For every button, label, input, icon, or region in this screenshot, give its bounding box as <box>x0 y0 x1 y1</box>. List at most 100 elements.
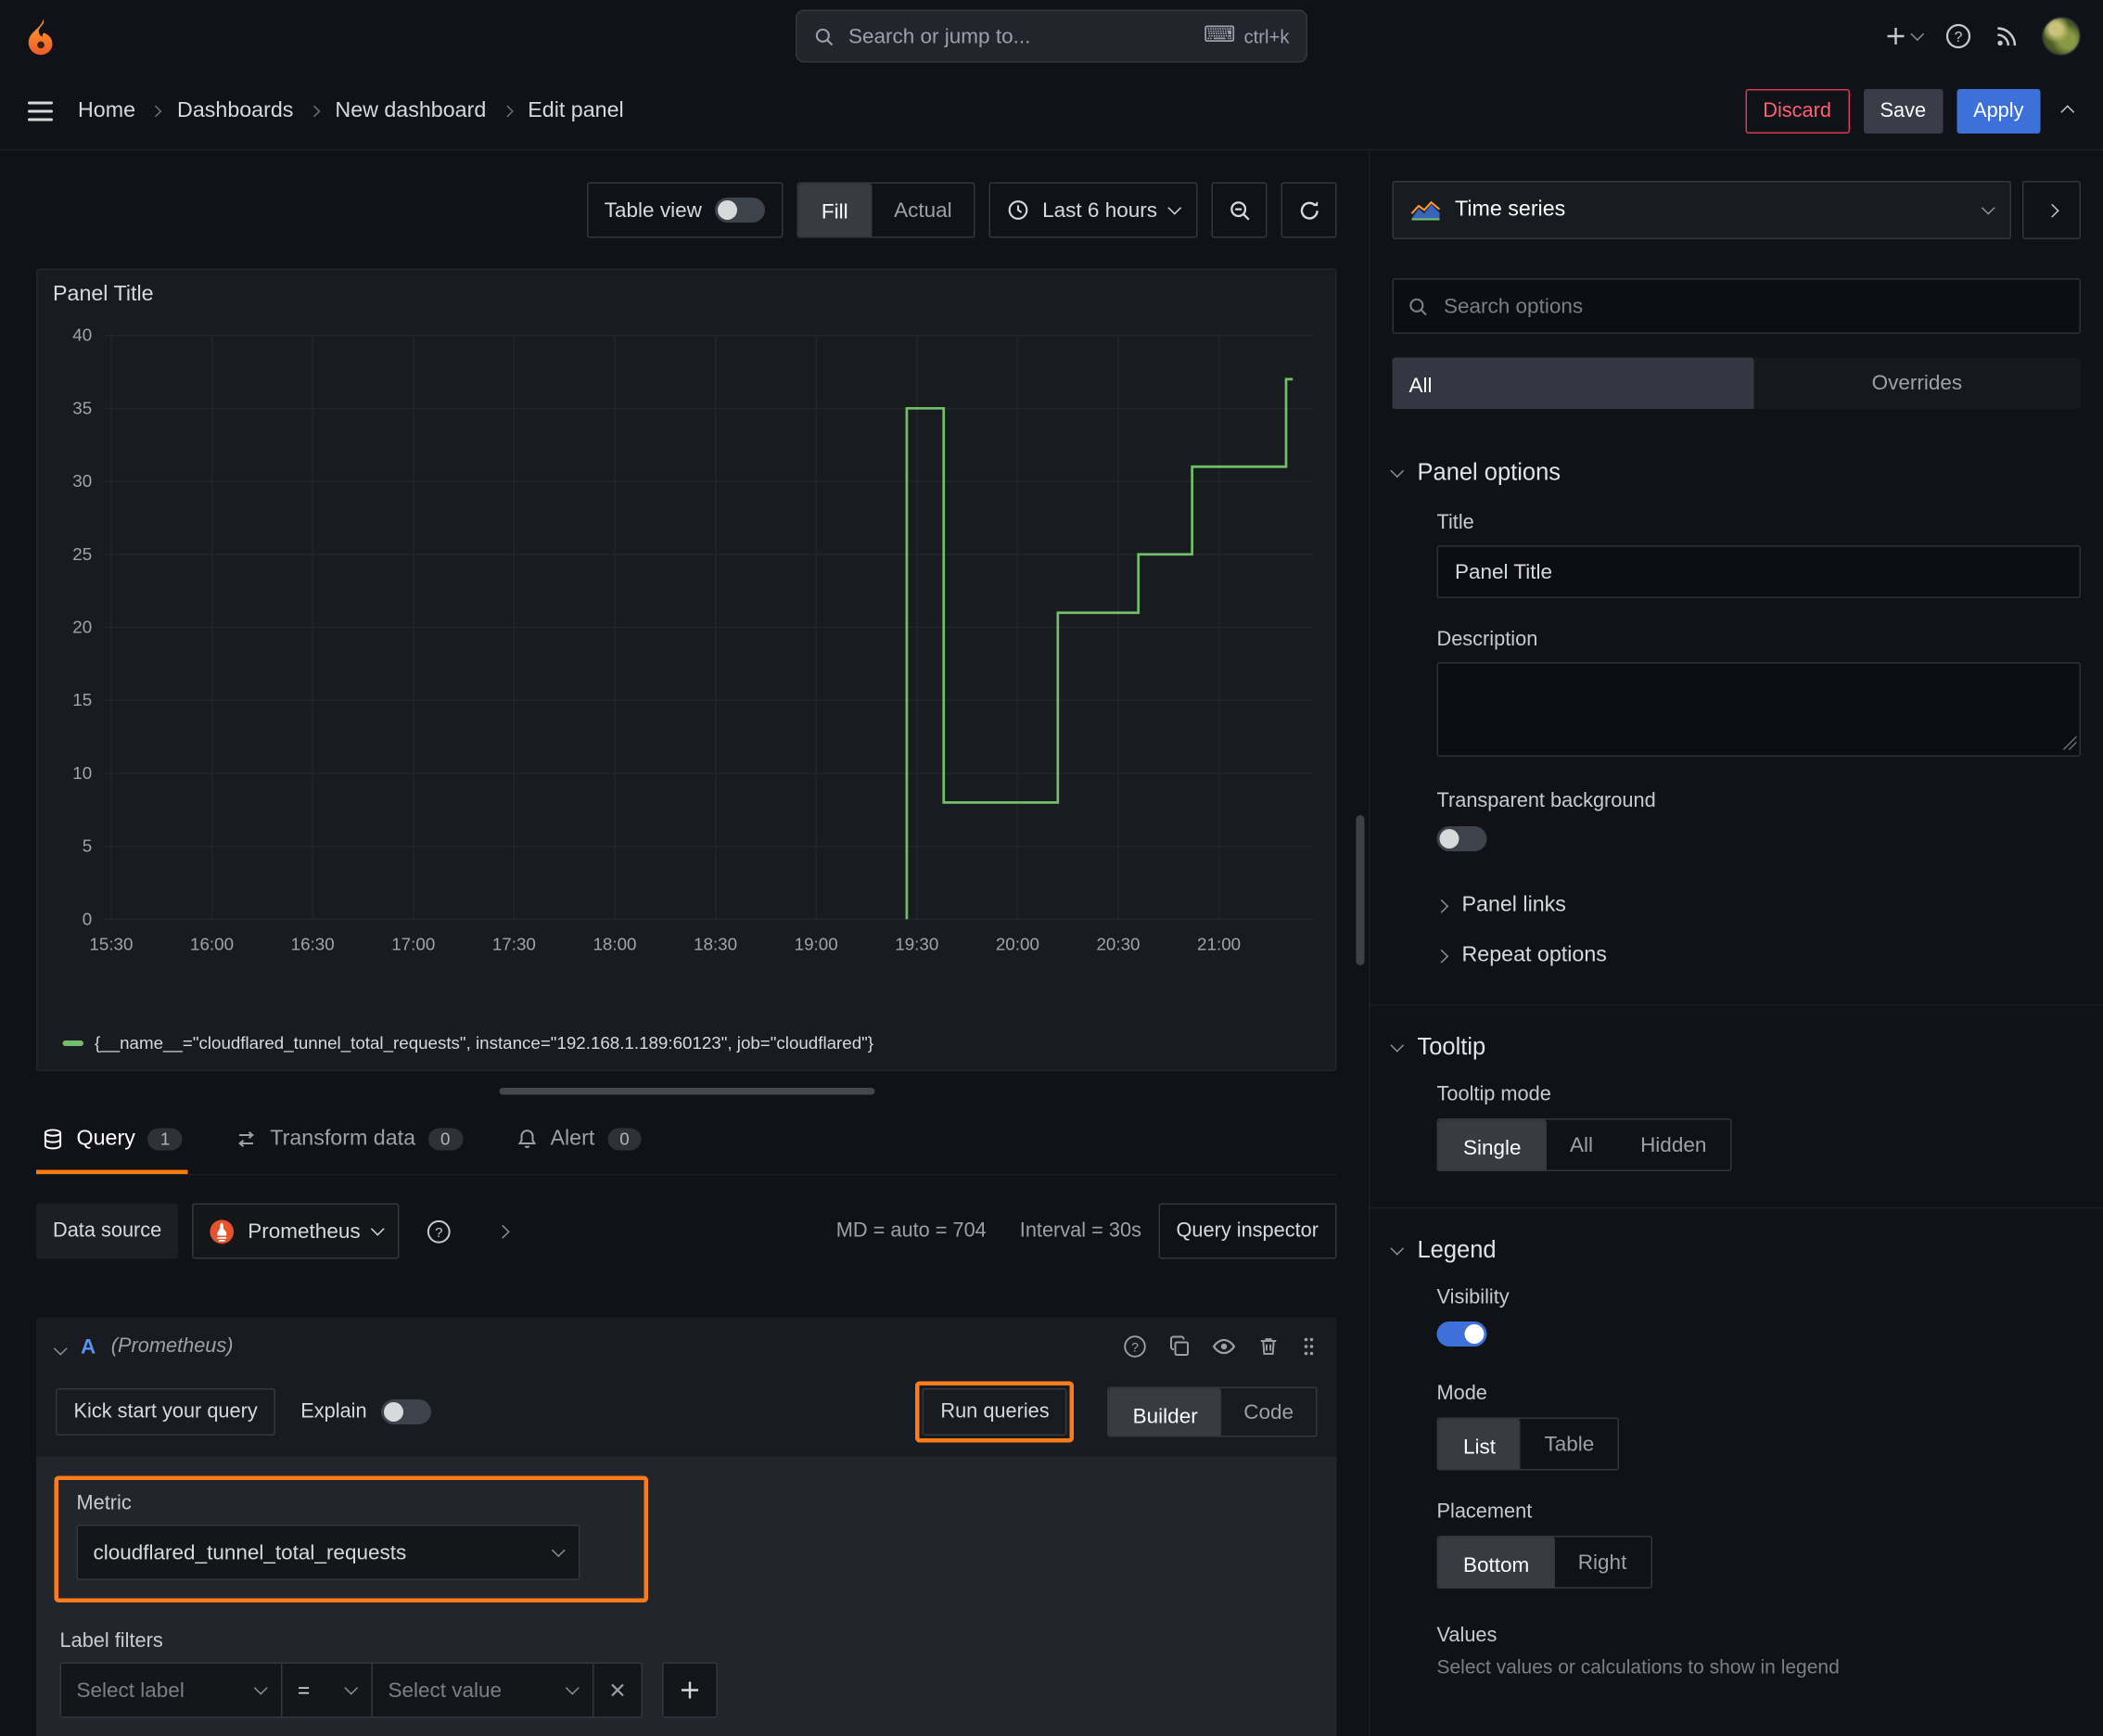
transparent-background-label: Transparent background <box>1436 790 1656 812</box>
options-tabs: All Overrides <box>1392 357 2081 410</box>
refresh-button[interactable] <box>1281 182 1337 238</box>
breadcrumb-new-dashboard[interactable]: New dashboard <box>335 98 486 123</box>
operator-value: = <box>298 1678 311 1703</box>
news-button[interactable] <box>1995 24 2020 49</box>
datasource-row: Data source Prometheus ? MD = auto = 704… <box>36 1203 1337 1259</box>
chart-legend[interactable]: {__name__="cloudflared_tunnel_total_requ… <box>38 1034 1336 1070</box>
tooltip-header[interactable]: Tooltip <box>1390 1034 2082 1062</box>
delete-query-button[interactable] <box>1257 1335 1280 1358</box>
code-button[interactable]: Code <box>1221 1388 1316 1436</box>
options-search-box[interactable] <box>1392 278 2081 334</box>
actual-button[interactable]: Actual <box>872 184 975 236</box>
timeseries-chart: 0 5 10 15 20 25 30 35 40 15:30 16:00 16:30 17:00 17:3… <box>72 326 1313 953</box>
tab-query-label: Query <box>76 1127 135 1151</box>
legend-right-button[interactable]: Right <box>1554 1538 1651 1588</box>
alert-count-badge: 0 <box>606 1128 643 1151</box>
options-search-input[interactable] <box>1441 292 2066 320</box>
legend-table-button[interactable]: Table <box>1521 1419 1618 1469</box>
series-label: {__name__="cloudflared_tunnel_total_requ… <box>95 1033 874 1053</box>
keyboard-icon: ⌨ <box>1203 23 1236 47</box>
datasource-help-button[interactable]: ? <box>414 1204 464 1259</box>
description-label: Description <box>1436 629 1538 651</box>
chart-area[interactable]: 0 5 10 15 20 25 30 35 40 15:30 16:00 16:30 17:00 17:3… <box>38 311 1336 1034</box>
query-collapse-toggle[interactable] <box>53 1334 68 1359</box>
tab-overrides[interactable]: Overrides <box>1753 358 2081 410</box>
explain-toggle[interactable] <box>380 1399 431 1424</box>
legend-header[interactable]: Legend <box>1390 1237 2082 1265</box>
operator-dropdown[interactable]: = <box>281 1662 373 1718</box>
legend-mode-group: List Table <box>1436 1417 1620 1471</box>
metric-select[interactable]: cloudflared_tunnel_total_requests <box>76 1525 580 1580</box>
metric-label: Metric <box>76 1492 132 1515</box>
visualization-panel: Panel Title 0 5 10 15 20 25 30 35 40 15:30 16:00 16… <box>36 268 1337 1071</box>
resize-grip-icon[interactable] <box>2062 735 2077 750</box>
tab-alert[interactable]: Alert 0 <box>510 1109 647 1175</box>
panel-resize-handle[interactable] <box>498 1088 874 1095</box>
query-ref-id: A <box>81 1334 96 1359</box>
add-filter-button[interactable] <box>662 1662 718 1718</box>
collapse-options-button[interactable] <box>2055 91 2082 132</box>
add-menu-button[interactable] <box>1885 25 1925 47</box>
clock-icon <box>1009 200 1029 220</box>
breadcrumb-dashboards[interactable]: Dashboards <box>177 98 293 123</box>
panel-options-header[interactable]: Panel options <box>1390 459 2082 487</box>
global-search-input[interactable] <box>846 22 1192 50</box>
panel-links-section[interactable]: Panel links <box>1434 893 2082 918</box>
tooltip-mode-label: Tooltip mode <box>1436 1083 1551 1106</box>
repeat-options-section[interactable]: Repeat options <box>1434 943 2082 968</box>
grafana-logo[interactable] <box>22 16 64 57</box>
database-icon <box>44 1129 62 1150</box>
chevron-right-icon <box>501 104 514 117</box>
run-queries-button[interactable]: Run queries <box>922 1388 1068 1436</box>
description-textarea[interactable] <box>1436 662 2081 757</box>
discard-button[interactable]: Discard <box>1744 88 1850 134</box>
toggle-visibility-button[interactable] <box>1212 1334 1237 1359</box>
search-icon <box>814 26 835 47</box>
svg-text:15: 15 <box>72 690 92 709</box>
tab-transform[interactable]: Transform data 0 <box>230 1109 468 1175</box>
tab-all[interactable]: All <box>1392 357 1753 409</box>
chevron-down-icon <box>1910 27 1925 42</box>
tooltip-all-button[interactable]: All <box>1547 1120 1617 1170</box>
table-view-toggle[interactable] <box>714 198 765 223</box>
svg-text:25: 25 <box>72 544 92 564</box>
top-bar: ⌨ ctrl+k ? <box>0 0 2103 72</box>
main-scrollbar-thumb[interactable] <box>1356 815 1365 965</box>
transparent-background-toggle[interactable] <box>1436 826 1487 851</box>
time-range-picker[interactable]: Last 6 hours <box>989 182 1198 238</box>
tooltip-single-button[interactable]: Single <box>1438 1119 1547 1170</box>
builder-button[interactable]: Builder <box>1109 1388 1222 1436</box>
query-help-button[interactable]: ? <box>1123 1334 1148 1359</box>
zoom-out-button[interactable] <box>1211 182 1268 238</box>
legend-bottom-button[interactable]: Bottom <box>1438 1537 1555 1588</box>
tooltip-hidden-button[interactable]: Hidden <box>1617 1120 1730 1170</box>
help-button[interactable]: ? <box>1944 22 1972 50</box>
svg-text:35: 35 <box>72 398 92 417</box>
duplicate-query-button[interactable] <box>1168 1335 1191 1358</box>
apply-button[interactable]: Apply <box>1956 88 2041 134</box>
tab-query[interactable]: Query 1 <box>36 1109 188 1174</box>
legend-visibility-toggle[interactable] <box>1436 1321 1487 1347</box>
query-inspector-button[interactable]: Query inspector <box>1157 1203 1337 1259</box>
legend-body: Visibility Mode List Table Placement Bot… <box>1393 1287 2082 1678</box>
fill-button[interactable]: Fill <box>797 184 873 236</box>
svg-text:30: 30 <box>72 471 92 491</box>
breadcrumb-home[interactable]: Home <box>78 98 135 123</box>
query-options-expand[interactable] <box>478 1204 528 1259</box>
global-search-box[interactable]: ⌨ ctrl+k <box>796 9 1307 63</box>
drag-handle[interactable] <box>1301 1335 1318 1358</box>
datasource-picker[interactable]: Prometheus <box>192 1203 400 1259</box>
toggle-viz-suggestions-button[interactable] <box>2022 181 2081 239</box>
select-value-dropdown[interactable]: Select value <box>371 1662 594 1718</box>
save-button[interactable]: Save <box>1863 88 1944 134</box>
visualization-picker[interactable]: Time series <box>1392 181 2011 239</box>
select-label-dropdown[interactable]: Select label <box>59 1662 283 1718</box>
avatar[interactable] <box>2042 17 2081 56</box>
chevron-down-icon <box>1390 1038 1405 1053</box>
title-input[interactable] <box>1452 558 2066 585</box>
kick-start-button[interactable]: Kick start your query <box>56 1388 276 1436</box>
remove-filter-button[interactable] <box>593 1662 643 1718</box>
zoom-out-icon <box>1230 200 1249 220</box>
menu-icon[interactable] <box>22 96 58 126</box>
legend-list-button[interactable]: List <box>1438 1419 1522 1469</box>
